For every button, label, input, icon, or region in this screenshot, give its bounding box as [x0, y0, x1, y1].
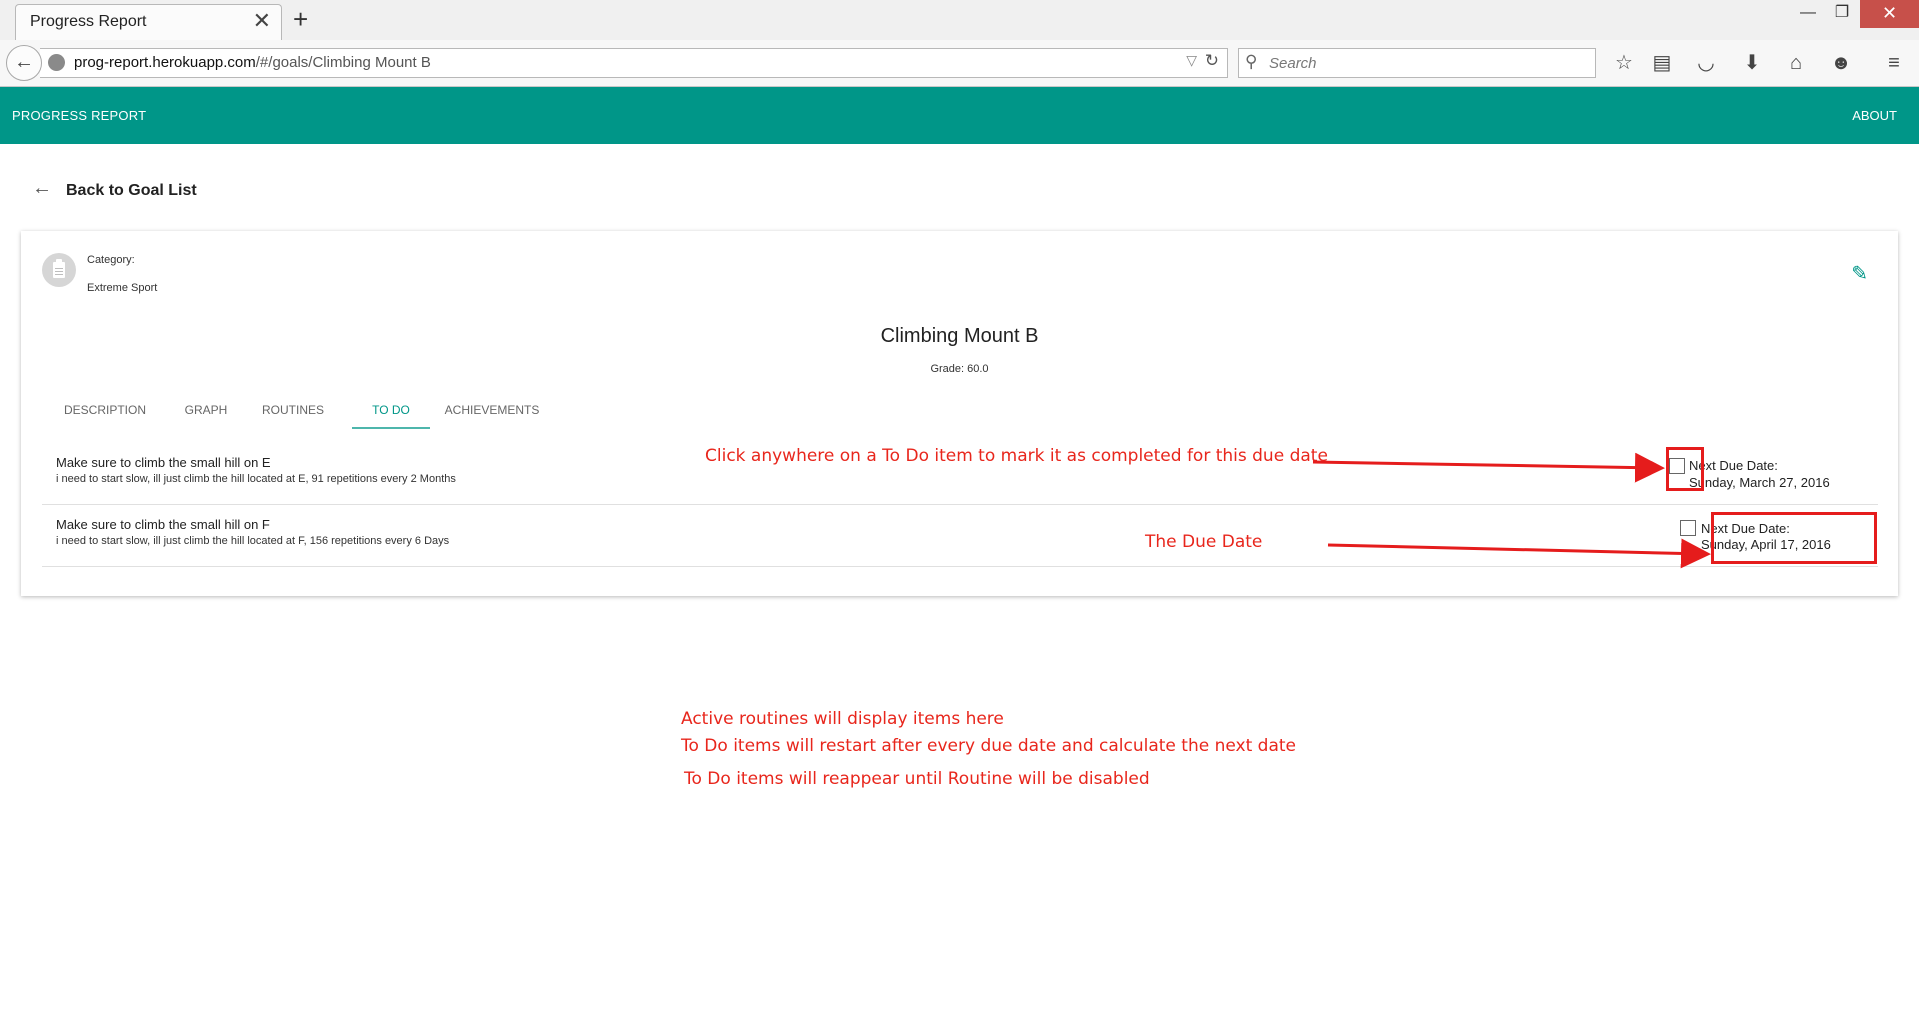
tab-title: Progress Report [30, 13, 147, 30]
todo-title: Make sure to climb the small hill on E [56, 455, 271, 470]
browser-tab[interactable]: Progress Report ✕ [15, 4, 282, 40]
tab-routines[interactable]: ROUTINES [244, 391, 342, 429]
tab-achievements[interactable]: ACHIEVEMENTS [434, 391, 550, 429]
url-path: /#/goals/Climbing Mount B [255, 54, 431, 71]
about-link[interactable]: ABOUT [1852, 108, 1897, 123]
minimize-button[interactable]: — [1791, 0, 1825, 28]
category-value: Extreme Sport [87, 282, 158, 294]
goal-grade: Grade: 60.0 [930, 363, 989, 375]
menu-icon[interactable]: ≡ [1881, 50, 1907, 76]
clipboard-icon [42, 253, 76, 287]
back-link-label: Back to Goal List [66, 182, 197, 199]
todo-checkbox[interactable] [1680, 520, 1696, 536]
reading-list-icon[interactable]: ▤ [1649, 50, 1675, 76]
tab-description[interactable]: DESCRIPTION [42, 391, 168, 429]
url-host: prog-report.herokuapp.com [74, 54, 256, 71]
search-icon: ⚲ [1245, 52, 1258, 71]
category-label: Category: [87, 254, 135, 266]
annotation-highlight-box [1711, 512, 1877, 564]
todo-description: i need to start slow, ill just climb the… [56, 473, 456, 485]
reload-icon[interactable]: ↻ [1205, 51, 1219, 71]
annotation-note: To Do items will reappear until Routine … [684, 769, 1150, 789]
tab-graph[interactable]: GRAPH [168, 391, 244, 429]
todo-description: i need to start slow, ill just climb the… [56, 535, 450, 547]
download-icon[interactable]: ⬇ [1739, 50, 1765, 76]
maximize-button[interactable]: ❐ [1825, 0, 1859, 28]
back-arrow-icon[interactable]: ← [6, 45, 42, 81]
globe-icon [48, 54, 65, 71]
app-title[interactable]: PROGRESS REPORT [12, 108, 146, 123]
todo-title: Make sure to climb the small hill on F [56, 517, 270, 532]
annotation-highlight-box [1666, 447, 1704, 491]
goal-title: Climbing Mount B [880, 325, 1039, 347]
annotation-due-date: The Due Date [1145, 532, 1263, 552]
app-toolbar: PROGRESS REPORT ABOUT [0, 87, 1919, 144]
url-dropdown-icon[interactable]: ▽ [1186, 52, 1197, 69]
annotation-click-hint: Click anywhere on a To Do item to mark i… [705, 446, 1328, 466]
browser-tab-strip: Progress Report ✕ + — ❐ ✕ [0, 0, 1919, 41]
browser-navigation-bar: prog-report.herokuapp.com/#/goals/Climbi… [0, 40, 1919, 87]
tab-to-do[interactable]: TO DO [352, 391, 430, 429]
close-window-button[interactable]: ✕ [1860, 0, 1919, 28]
url-bar[interactable]: prog-report.herokuapp.com/#/goals/Climbi… [40, 48, 1228, 78]
arrow-back-icon: ← [32, 177, 52, 199]
new-tab-button[interactable]: + [293, 4, 308, 34]
annotation-note: To Do items will restart after every due… [681, 736, 1296, 756]
hello-icon[interactable]: ☻ [1828, 50, 1854, 76]
home-icon[interactable]: ⌂ [1783, 50, 1809, 76]
edit-pencil-icon[interactable]: ✎ [1851, 261, 1868, 286]
goal-card: Category: Extreme Sport ✎ Climbing Mount… [21, 231, 1898, 596]
search-input[interactable]: ⚲ Search [1238, 48, 1596, 78]
url-text[interactable]: prog-report.herokuapp.com/#/goals/Climbi… [74, 54, 431, 71]
search-placeholder: Search [1269, 55, 1317, 72]
todo-item[interactable]: Make sure to climb the small hill on F i… [42, 505, 1878, 567]
pocket-icon[interactable]: ◡ [1693, 50, 1719, 76]
tab-close-icon[interactable]: ✕ [253, 9, 271, 33]
annotation-note: Active routines will display items here [681, 709, 1004, 729]
bookmark-star-icon[interactable]: ☆ [1611, 50, 1637, 76]
due-date-value: Sunday, March 27, 2016 [1689, 475, 1830, 490]
